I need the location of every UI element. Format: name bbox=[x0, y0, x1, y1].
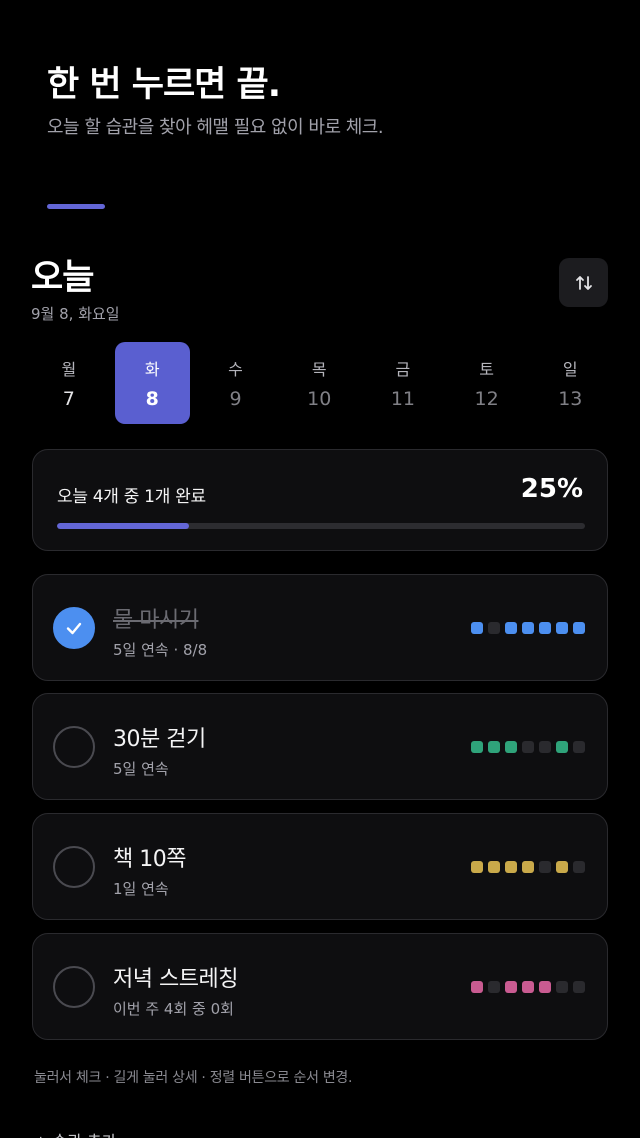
hero-title: 한 번 누르면 끝. bbox=[47, 65, 281, 105]
habit-streak: 5일 연속 bbox=[113, 760, 169, 778]
day-7[interactable]: 월7 bbox=[27, 342, 111, 424]
day-number: 7 bbox=[62, 388, 75, 410]
today-date: 9월 8, 화요일 bbox=[31, 305, 120, 323]
history-dot bbox=[505, 741, 517, 753]
day-number: 10 bbox=[307, 388, 332, 410]
habit-card[interactable]: 책 10쪽 1일 연속 bbox=[32, 813, 608, 920]
history-dot bbox=[556, 861, 568, 873]
history-dot bbox=[488, 622, 500, 634]
habit-name: 책 10쪽 bbox=[113, 847, 186, 872]
day-number: 8 bbox=[145, 388, 159, 410]
progress-card: 오늘 4개 중 1개 완료 25% bbox=[32, 449, 608, 551]
history-dot bbox=[573, 622, 585, 634]
history-dot bbox=[556, 981, 568, 993]
day-number: 9 bbox=[229, 388, 242, 410]
habit-history bbox=[471, 622, 585, 634]
history-dot bbox=[488, 861, 500, 873]
history-dot bbox=[522, 741, 534, 753]
day-13[interactable]: 일 13 bbox=[528, 342, 612, 424]
history-dot bbox=[505, 622, 517, 634]
hero-accent-bar bbox=[47, 204, 105, 209]
history-dot bbox=[471, 741, 483, 753]
history-dot bbox=[539, 622, 551, 634]
habit-card[interactable]: 저녁 스트레칭이번 주 4회 중 0회 bbox=[32, 933, 608, 1040]
habit-name: 30분 걷기 bbox=[113, 727, 206, 752]
day-name: 일 bbox=[562, 360, 578, 379]
hint-text: 눌러서 체크 · 길게 눌러 상세 · 정렬 버튼으로 순서 변경. bbox=[34, 1070, 353, 1086]
history-dot bbox=[471, 981, 483, 993]
habit-checkbox[interactable] bbox=[53, 966, 95, 1008]
day-name: 목 bbox=[311, 360, 327, 379]
habit-streak: 1일 연속 bbox=[113, 880, 169, 898]
day-name: 화 bbox=[144, 360, 160, 379]
history-dot bbox=[573, 861, 585, 873]
habit-history bbox=[471, 861, 585, 873]
habit-history bbox=[471, 981, 585, 993]
day-10[interactable]: 목 10 bbox=[277, 342, 361, 424]
history-dot bbox=[471, 861, 483, 873]
hero-subtitle: 오늘 할 습관을 찾아 헤맬 필요 없이 바로 체크. bbox=[47, 117, 384, 138]
day-name: 수 bbox=[228, 360, 243, 379]
day-9[interactable]: 수9 bbox=[194, 342, 278, 424]
sort-arrows-icon bbox=[575, 275, 592, 290]
progress-percent: 25% bbox=[520, 474, 583, 504]
history-dot bbox=[488, 981, 500, 993]
habit-streak: 이번 주 4회 중 0회 bbox=[113, 1000, 234, 1018]
habit-card[interactable]: 물 마시기 5일 연속 · 8/8 bbox=[32, 574, 608, 681]
progress-fill bbox=[57, 523, 189, 529]
habit-streak: 5일 연속 · 8/8 bbox=[113, 641, 208, 659]
history-dot bbox=[539, 861, 551, 873]
today-title: 오늘 bbox=[31, 258, 94, 298]
day-11[interactable]: 금 11 bbox=[361, 342, 445, 424]
day-number: 13 bbox=[558, 388, 583, 410]
habit-checkbox[interactable] bbox=[53, 726, 95, 768]
day-name: 금 bbox=[395, 360, 411, 379]
day-name: 토 bbox=[479, 360, 494, 379]
week-strip: 월 7 화 8 수 9 목 10 금 11 토 12 일 13 bbox=[27, 342, 613, 424]
history-dot bbox=[556, 741, 568, 753]
history-dot bbox=[522, 981, 534, 993]
history-dot bbox=[505, 861, 517, 873]
progress-text: 오늘 4개 중 1개 완료 bbox=[57, 487, 206, 507]
day-number: 11 bbox=[390, 388, 415, 410]
history-dot bbox=[522, 861, 534, 873]
checkmark-icon bbox=[66, 622, 82, 635]
habit-checkbox[interactable] bbox=[53, 846, 95, 888]
history-dot bbox=[573, 741, 585, 753]
history-dot bbox=[573, 981, 585, 993]
history-dot bbox=[522, 622, 534, 634]
day-number: 12 bbox=[474, 388, 499, 410]
sort-button[interactable] bbox=[559, 258, 608, 307]
habit-name: 물 마시기 bbox=[113, 608, 199, 633]
history-dot bbox=[539, 981, 551, 993]
habit-name: 저녁 스트레칭 bbox=[113, 967, 238, 992]
history-dot bbox=[488, 741, 500, 753]
progress-track bbox=[57, 523, 585, 529]
habit-checkbox[interactable] bbox=[53, 607, 95, 649]
habit-card[interactable]: 30분 걷기 5일 연속 bbox=[32, 693, 608, 800]
history-dot bbox=[539, 741, 551, 753]
history-dot bbox=[505, 981, 517, 993]
day-12[interactable]: 토 12 bbox=[445, 342, 529, 424]
history-dot bbox=[471, 622, 483, 634]
add-habit-button[interactable]: + 습관 추가 bbox=[34, 1128, 116, 1138]
history-dot bbox=[556, 622, 568, 634]
habit-history bbox=[471, 741, 585, 753]
day-8[interactable]: 화8 bbox=[114, 342, 190, 424]
day-name: 월 bbox=[61, 360, 77, 379]
